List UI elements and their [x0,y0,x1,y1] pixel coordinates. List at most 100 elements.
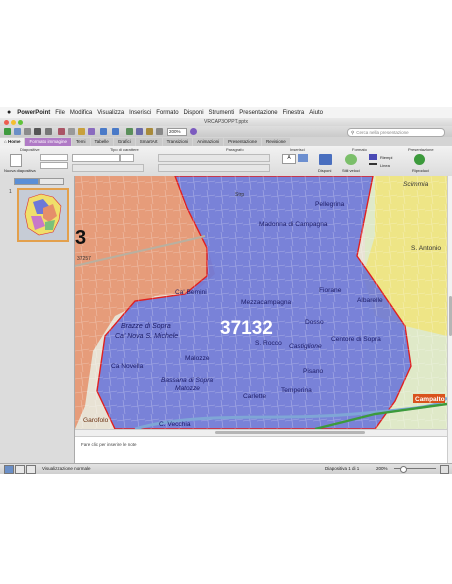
minimize-window-button[interactable] [11,120,16,125]
menu-visualizza[interactable]: Visualizza [97,110,124,116]
arrange-icon[interactable] [319,154,332,165]
map-edge-digit: 3 [75,227,86,249]
place-label: Ca' Nova S. Michele [115,333,178,340]
menu-finestra[interactable]: Finestra [283,110,305,116]
font-style-buttons[interactable] [72,164,144,172]
text-box-icon[interactable]: A [282,154,296,164]
vertical-scrollbar[interactable] [447,176,452,463]
tab-animazioni[interactable]: Animazioni [193,138,224,146]
navigator-view-tabs[interactable] [14,178,64,185]
arrange-button[interactable]: Disponi [318,168,331,173]
place-label: Brazze di Sopra [121,323,171,330]
new-document-icon[interactable] [4,128,11,135]
undo-icon[interactable] [100,128,107,135]
tab-temi[interactable]: Temi [72,138,90,146]
window-title-bar: VRCAP3OPPT.pptx [0,118,452,126]
notes-pane[interactable]: Fare clic per inserire le note [75,436,447,464]
fit-to-window-icon[interactable] [440,465,449,474]
menu-formato[interactable]: Formato [156,110,178,116]
copy-icon[interactable] [68,128,75,135]
thumbnail-view-tab[interactable] [14,178,39,185]
font-name-field[interactable] [72,154,120,162]
place-label: Dosso [305,319,324,326]
paragraph-buttons-row1[interactable] [158,154,270,162]
ribbon-tab-bar: ⌂ Home Formato immagine Temi Tabelle Gra… [0,137,452,146]
picture-icon[interactable] [298,154,308,162]
reset-select[interactable] [40,162,68,169]
sidebar-toggle-icon[interactable] [156,128,163,135]
place-label: Albarelle [357,297,383,304]
zoom-select[interactable]: 200% [167,128,187,136]
presenter-view-icon[interactable] [26,465,36,474]
group-presentazione-label: Presentazione [408,147,434,152]
status-bar: Visualizzazione normale Diapositiva 1 di… [0,463,452,474]
normal-view-icon[interactable] [4,465,14,474]
chart-icon[interactable] [136,128,143,135]
horizontal-scroll-thumb[interactable] [215,431,365,434]
slide-canvas[interactable]: 3 37132 Pellegrina Madonna di Campagna M… [75,176,447,429]
place-label: Fiorane [319,287,342,294]
postal-zone-map[interactable]: 3 37132 Pellegrina Madonna di Campagna M… [75,176,447,429]
cut-icon[interactable] [58,128,65,135]
outline-view-tab[interactable] [39,178,64,185]
menu-app-name[interactable]: PowerPoint [17,110,50,116]
save-icon[interactable] [34,128,41,135]
place-label: Scimmia [403,181,429,188]
place-label: Bassana di Sopra [161,377,213,384]
search-placeholder: Cerca nella presentazione [356,130,409,135]
table-icon[interactable] [126,128,133,135]
slide-navigator: 1 [0,176,75,463]
gallery-icon[interactable] [146,128,153,135]
tab-revisione[interactable]: Revisione [261,138,290,146]
layout-select[interactable] [40,154,68,161]
menu-modifica[interactable]: Modifica [70,110,92,116]
slide-thumbnail[interactable] [17,188,69,242]
tab-grafici[interactable]: Grafici [113,138,135,146]
zip-code-label: 37132 [220,318,273,339]
quick-styles-button[interactable]: Stili veloci [342,168,360,173]
template-icon[interactable] [14,128,21,135]
menu-inserisci[interactable]: Inserisci [129,110,151,116]
tab-home[interactable]: ⌂ Home [0,138,25,146]
font-size-field[interactable] [120,154,134,162]
paste-icon[interactable] [78,128,85,135]
close-window-button[interactable] [4,120,9,125]
menu-aiuto[interactable]: Aiuto [309,110,323,116]
fill-button[interactable]: Riempi [380,155,392,160]
menu-disponi[interactable]: Disponi [184,110,204,116]
tab-presentazione[interactable]: Presentazione [224,138,261,146]
horizontal-scrollbar[interactable] [75,429,447,436]
line-button[interactable]: Linea [380,163,390,168]
apple-menu-icon[interactable]: ● [7,109,11,116]
format-painter-icon[interactable] [88,128,95,135]
place-label: Ca Novella [111,363,144,370]
paragraph-buttons-row2[interactable] [158,164,270,172]
line-icon[interactable] [369,163,377,165]
open-icon[interactable] [24,128,31,135]
tab-formato-immagine[interactable]: Formato immagine [25,138,71,146]
slide-sorter-view-icon[interactable] [15,465,25,474]
fill-icon[interactable] [369,154,377,160]
menu-presentazione[interactable]: Presentazione [239,110,277,116]
slide-counter: Diapositiva 1 di 1 [325,466,360,471]
place-label: Campalto [415,396,445,403]
help-icon[interactable] [190,128,197,135]
menu-file[interactable]: File [55,110,65,116]
menu-strumenti[interactable]: Strumenti [209,110,235,116]
window-title: VRCAP3OPPT.pptx [204,119,248,125]
new-slide-icon[interactable] [10,154,22,167]
new-slide-button[interactable]: Nuova diapositiva [4,168,36,173]
place-label: Castiglione [289,343,322,350]
print-icon[interactable] [45,128,52,135]
zoom-slider-handle[interactable] [400,466,407,473]
tab-smartart[interactable]: SmartArt [135,138,162,146]
tab-transizioni[interactable]: Transizioni [162,138,193,146]
redo-icon[interactable] [112,128,119,135]
play-button[interactable]: Riproduci [412,168,429,173]
play-icon[interactable] [414,154,425,165]
zoom-window-button[interactable] [18,120,23,125]
tab-tabelle[interactable]: Tabelle [90,138,113,146]
search-input[interactable]: ⚲ Cerca nella presentazione [347,128,445,137]
quick-styles-icon[interactable] [345,154,357,165]
place-label: Mezzacampagna [241,299,292,306]
